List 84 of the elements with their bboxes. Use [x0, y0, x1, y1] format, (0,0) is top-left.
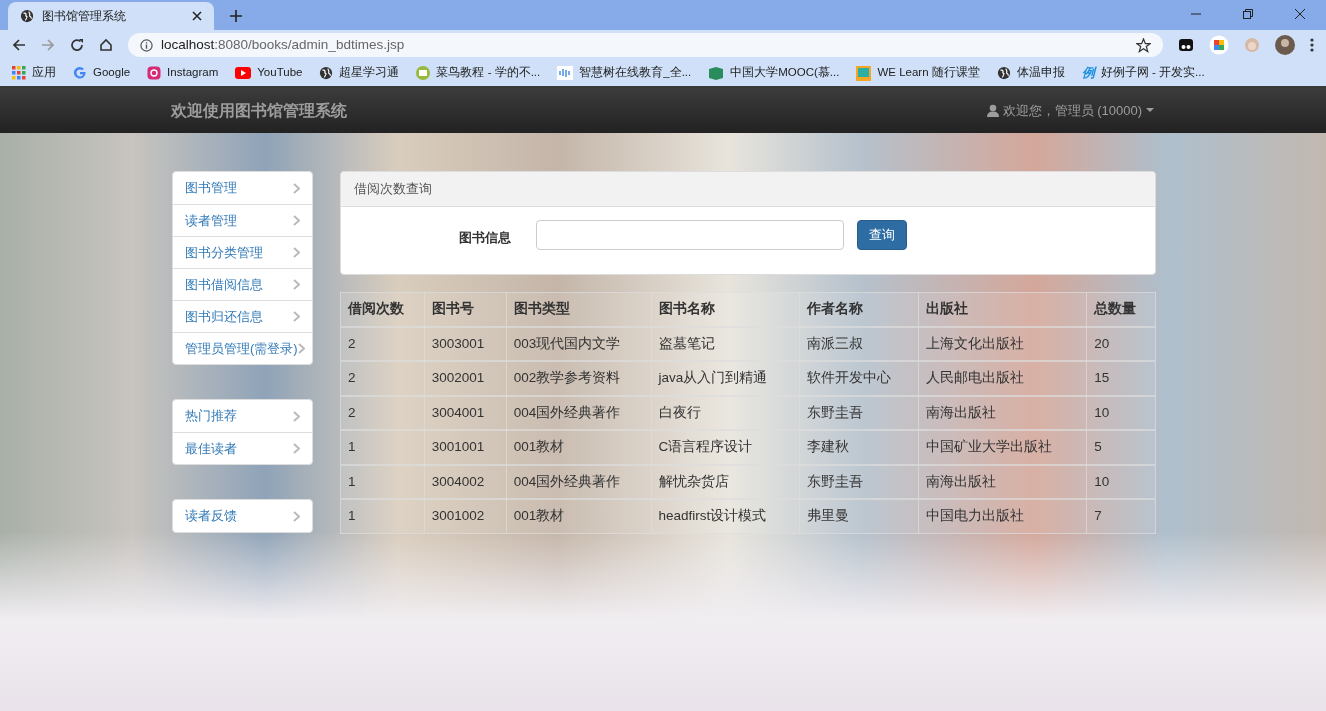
sidebar-item[interactable]: 读者反馈: [173, 500, 312, 532]
new-tab-icon[interactable]: [230, 10, 242, 22]
sidebar-item[interactable]: 图书分类管理: [173, 236, 312, 268]
column-header: 图书名称: [651, 292, 800, 327]
bookmark-item[interactable]: 应用: [12, 64, 56, 82]
close-icon[interactable]: [192, 11, 202, 21]
info-icon: [140, 38, 153, 52]
chevron-right-icon: [293, 510, 300, 522]
tab-title: 图书馆管理系统: [42, 8, 127, 25]
sidebar-item[interactable]: 读者管理: [173, 204, 312, 236]
site-logo-icon: [856, 65, 872, 81]
column-header: 借阅次数: [340, 292, 425, 327]
site-logo-icon: [557, 66, 574, 80]
column-header: 图书号: [424, 292, 507, 327]
bookmark-logo: 例: [1081, 64, 1095, 83]
close-icon[interactable]: [1294, 8, 1306, 20]
chevron-right-icon: [293, 215, 300, 226]
apps-grid-icon: [12, 66, 26, 80]
bookmark-item[interactable]: 智慧树在线教育_全...: [557, 64, 692, 82]
brand-title[interactable]: 欢迎使用图书馆管理系统: [171, 98, 347, 123]
caret-icon: [1146, 108, 1154, 113]
table-cell: 2: [340, 326, 425, 361]
globe-icon: [996, 66, 1011, 80]
chevron-right-icon: [297, 343, 305, 354]
bookmark-item[interactable]: 中国大学MOOC(慕...: [708, 64, 840, 82]
site-logo-icon: [416, 66, 431, 80]
site-logo-icon: [235, 67, 252, 79]
table-cell: 1: [340, 430, 425, 465]
sidebar-item[interactable]: 管理员管理(需登录): [173, 332, 312, 364]
profile-avatar-icon[interactable]: [1275, 35, 1295, 55]
bookmark-item[interactable]: 超星学习通: [319, 64, 400, 82]
user-icon: [986, 104, 999, 117]
column-header: 出版社: [918, 292, 1087, 327]
chevron-right-icon: [293, 443, 300, 454]
reload-icon[interactable]: [70, 38, 84, 52]
globe-icon: [319, 66, 334, 80]
user-menu[interactable]: 欢迎您，管理员 (10000): [986, 100, 1154, 121]
extension-icon[interactable]: [1178, 37, 1194, 53]
site-logo-icon: [708, 66, 725, 80]
table-cell: 001教材: [506, 499, 651, 534]
bookmark-item[interactable]: WE Learn 随行课堂: [856, 64, 980, 82]
sidebar-item[interactable]: 图书管理: [173, 172, 312, 204]
chevron-right-icon: [293, 311, 300, 322]
site-logo-icon: [147, 66, 162, 80]
chevron-right-icon: [293, 182, 300, 194]
column-header: 总数量: [1086, 292, 1156, 327]
sidebar-item[interactable]: 最佳读者: [173, 432, 312, 464]
chevron-right-icon: [293, 279, 300, 290]
bookmark-item[interactable]: Instagram: [147, 64, 219, 82]
column-header: 图书类型: [506, 292, 651, 327]
bookmark-item[interactable]: 例 好例子网 - 开发实...: [1081, 63, 1205, 83]
url-text: localhost:8080/books/admin_bdtimes.jsp: [161, 35, 405, 54]
back-arrow-icon[interactable]: [12, 38, 26, 52]
search-button[interactable]: 查询: [857, 220, 907, 250]
restore-icon[interactable]: [1242, 8, 1254, 20]
table-cell: 7: [1086, 499, 1156, 534]
table-cell: 2: [340, 361, 425, 396]
home-icon[interactable]: [99, 38, 113, 52]
column-header: 作者名称: [799, 292, 919, 327]
table-cell: headfirst设计模式: [651, 499, 800, 534]
chevron-right-icon: [293, 247, 300, 258]
sidebar-item[interactable]: 图书归还信息: [173, 300, 312, 332]
bookmark-item[interactable]: YouTube: [235, 64, 303, 82]
star-icon[interactable]: [1136, 37, 1151, 53]
table-cell: 1: [340, 499, 425, 534]
address-bar[interactable]: localhost:8080/books/admin_bdtimes.jsp: [128, 33, 1163, 57]
more-menu-icon[interactable]: [1310, 38, 1314, 52]
bookmark-item[interactable]: 菜鸟教程 - 学的不...: [416, 64, 541, 82]
bookmark-item[interactable]: 体温申报: [996, 64, 1065, 82]
table-cell: 弗里曼: [799, 499, 919, 534]
browser-tab[interactable]: 图书馆管理系统: [8, 2, 214, 30]
panel-title: 借阅次数查询: [354, 180, 432, 199]
table-cell: 2: [340, 395, 425, 430]
site-logo-icon: [73, 66, 87, 80]
field-label: 图书信息: [459, 229, 511, 247]
sidebar-item[interactable]: 图书借阅信息: [173, 268, 312, 300]
sidebar-item[interactable]: 热门推荐: [173, 400, 312, 432]
table-cell: 3001002: [424, 499, 507, 534]
bookmark-item[interactable]: Google: [73, 64, 131, 82]
table-cell: 中国电力出版社: [918, 499, 1087, 534]
globe-icon: [20, 9, 34, 23]
input-field[interactable]: [536, 220, 844, 250]
table-cell: 1: [340, 464, 425, 499]
chevron-right-icon: [293, 410, 300, 422]
